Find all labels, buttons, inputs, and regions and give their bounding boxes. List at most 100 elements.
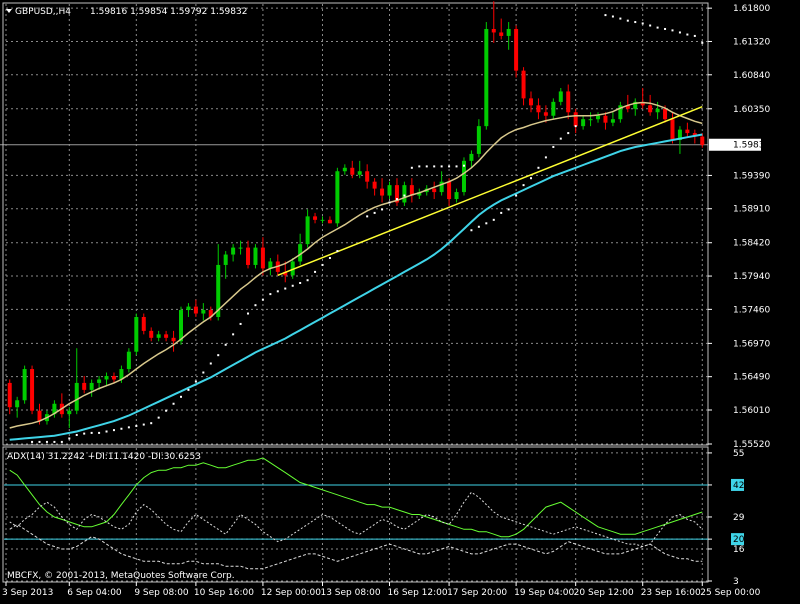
indicator-tick-label: 42 <box>733 481 744 491</box>
bull-candle-body <box>104 375 109 380</box>
sar-dot <box>448 165 451 168</box>
bear-candle-body <box>663 108 668 120</box>
bull-candle-body <box>588 119 593 121</box>
bull-candle-body <box>89 382 94 390</box>
sar-dot <box>194 380 197 383</box>
bull-candle-body <box>610 119 615 123</box>
bear-candle-body <box>543 112 548 116</box>
time-tick-label: 3 Sep 2013 <box>2 588 53 598</box>
price-tick-label: 1.56010 <box>733 406 770 416</box>
sar-dot <box>306 279 309 282</box>
time-tick-label: 13 Sep 08:00 <box>320 588 380 598</box>
time-tick-label: 23 Sep 16:00 <box>641 588 701 598</box>
bull-candle-body <box>402 185 407 203</box>
indicator-tick-label: 55 <box>733 449 744 459</box>
sar-dot <box>530 177 532 180</box>
bear-candle-body <box>529 98 533 106</box>
time-tick-label: 12 Sep 00:00 <box>261 588 321 598</box>
bear-candle-body <box>260 247 265 269</box>
chart-canvas[interactable]: 1.61800 1.61320 1.60840 1.60350 1.59390 1.589… <box>0 0 800 600</box>
sar-dot <box>515 194 518 197</box>
bull-candle-body <box>320 219 325 221</box>
indicator-tick-label: 29 <box>733 513 745 523</box>
current-price-text: 1.59832 <box>733 141 770 151</box>
current-price-tag: 1.59832 <box>709 138 770 151</box>
sar-dot <box>403 194 406 197</box>
sar-dot <box>120 427 123 430</box>
bear-candle-body <box>514 28 519 71</box>
bull-candle-body <box>156 334 161 338</box>
bear-candle-body <box>149 330 154 338</box>
bear-candle-body <box>432 188 437 193</box>
sar-dot <box>641 22 644 25</box>
sar-dot <box>157 416 160 419</box>
indicator-tick-label: 20 <box>733 535 745 545</box>
sar-dot <box>395 198 398 201</box>
bull-candle-body <box>454 192 459 200</box>
bear-candle-body <box>536 105 541 113</box>
time-tick-label: 20 Sep 12:00 <box>574 588 634 598</box>
sar-dot <box>410 166 413 169</box>
sar-dot <box>83 432 86 435</box>
bull-candle-body <box>469 153 474 161</box>
bull-candle-body <box>596 115 601 120</box>
price-tick-label: 1.56970 <box>733 339 770 349</box>
sar-dot <box>135 424 138 427</box>
bull-candle-body <box>134 316 139 352</box>
sar-dot <box>440 165 443 168</box>
sar-dot <box>492 218 495 221</box>
sar-dot <box>232 333 235 336</box>
ohlc-values: 1.59816 1.59854 1.59792 1.59832 <box>90 7 247 17</box>
sar-dot <box>611 15 614 18</box>
bull-candle-body <box>387 185 392 196</box>
sar-dot <box>366 215 369 218</box>
bear-candle-body <box>566 91 571 113</box>
bull-candle-body <box>231 247 236 255</box>
sar-dot <box>433 165 436 168</box>
bear-candle-body <box>670 119 675 141</box>
bull-candle-body <box>357 171 362 175</box>
sar-dot <box>701 41 704 44</box>
bull-candle-body <box>476 126 481 154</box>
sar-dot <box>477 225 480 228</box>
sar-dot <box>90 431 93 434</box>
bear-candle-body <box>350 167 355 175</box>
price-tick-label: 1.58910 <box>733 205 770 215</box>
sar-dot <box>634 21 637 24</box>
indicator-label: ADX(14) 31.2242 +DI:11.1420 -DI:30.6253 <box>7 452 201 462</box>
chart-background <box>0 0 800 600</box>
bear-candle-body <box>193 306 198 314</box>
sar-dot <box>38 440 41 443</box>
sar-dot <box>180 395 182 398</box>
time-tick-label: 9 Sep 08:00 <box>134 588 189 598</box>
chart-window[interactable]: 1.61800 1.61320 1.60840 1.60350 1.59390 1.589… <box>0 0 800 600</box>
time-tick-label: 19 Sep 04:00 <box>514 588 574 598</box>
sar-dot <box>31 440 34 443</box>
sar-dot <box>381 208 384 211</box>
sar-dot <box>671 29 674 32</box>
bull-candle-body <box>22 369 27 401</box>
sar-dot <box>388 201 391 204</box>
sar-dot <box>60 440 63 443</box>
bear-candle-body <box>164 334 169 338</box>
sar-dot <box>45 440 48 443</box>
price-tick-label: 1.57460 <box>733 305 770 315</box>
sar-dot <box>500 211 503 214</box>
bear-candle-body <box>246 247 251 265</box>
sar-dot <box>112 429 115 432</box>
sar-dot <box>165 409 168 412</box>
sar-dot <box>336 250 339 253</box>
sar-dot <box>209 362 212 365</box>
bear-candle-body <box>380 188 385 196</box>
sar-dot <box>462 164 465 167</box>
bull-candle-body <box>335 171 340 224</box>
sar-dot <box>485 222 488 225</box>
sar-dot <box>68 437 71 440</box>
bull-candle-body <box>558 91 563 102</box>
sar-dot <box>418 165 421 168</box>
sar-dot <box>217 354 220 357</box>
sar-dot <box>299 281 302 284</box>
sar-dot <box>522 184 525 187</box>
bull-candle-body <box>238 247 243 249</box>
price-tick-label: 1.61800 <box>733 4 770 14</box>
